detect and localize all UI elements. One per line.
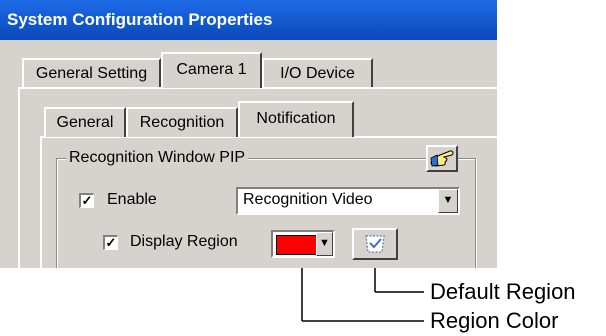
chevron-down-icon: ▼: [319, 237, 330, 249]
default-region-callout: Default Region: [430, 279, 576, 304]
pip-position-button[interactable]: [426, 145, 458, 172]
region-color-picker[interactable]: ▼: [271, 230, 335, 258]
display-region-checkbox[interactable]: ✓: [103, 235, 118, 250]
enable-checkbox[interactable]: ✓: [79, 193, 94, 208]
pip-source-select[interactable]: Recognition Video ▼: [236, 187, 460, 215]
default-region-icon: [365, 235, 385, 253]
tab-notification[interactable]: Notification: [238, 101, 354, 137]
default-region-button[interactable]: [352, 228, 398, 260]
tab-general[interactable]: General: [44, 107, 126, 137]
region-color-swatch: [276, 235, 317, 255]
tab-recognition-label: Recognition: [139, 114, 225, 131]
pip-group-title: Recognition Window PIP: [66, 148, 249, 168]
pip-source-value: Recognition Video: [243, 191, 373, 208]
tab-notification-label: Notification: [256, 110, 336, 127]
tab-camera-1[interactable]: Camera 1: [161, 52, 262, 88]
enable-label: Enable: [107, 191, 157, 208]
pointing-hand-icon: [430, 150, 454, 167]
chevron-down-icon: ▼: [442, 194, 454, 206]
tab-recognition[interactable]: Recognition: [126, 107, 238, 137]
region-color-dropdown-button[interactable]: ▼: [316, 232, 333, 256]
pip-source-dropdown-button[interactable]: ▼: [438, 189, 458, 213]
region-color-callout: Region Color: [430, 308, 559, 333]
display-region-label: Display Region: [130, 233, 238, 250]
tab-general-label: General: [56, 114, 114, 131]
tab-camera-1-label: Camera 1: [176, 61, 247, 78]
